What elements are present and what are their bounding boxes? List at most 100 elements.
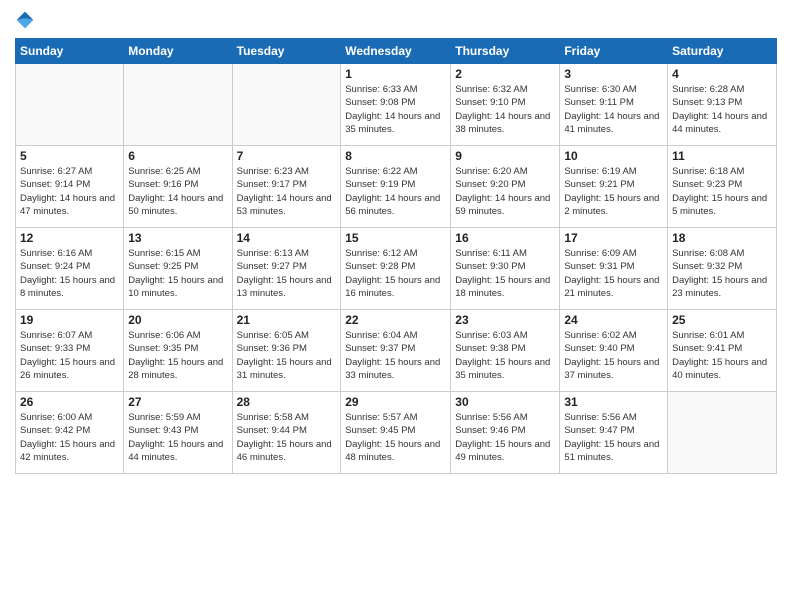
day-number: 22 [345, 313, 446, 327]
day-number: 14 [237, 231, 337, 245]
calendar-cell: 15 Sunrise: 6:12 AM Sunset: 9:28 PM Dayli… [341, 228, 451, 310]
day-number: 18 [672, 231, 772, 245]
day-info: Sunrise: 6:09 AM Sunset: 9:31 PM Dayligh… [564, 247, 663, 300]
day-number: 6 [128, 149, 227, 163]
day-number: 13 [128, 231, 227, 245]
day-number: 10 [564, 149, 663, 163]
calendar-cell: 17 Sunrise: 6:09 AM Sunset: 9:31 PM Dayli… [560, 228, 668, 310]
calendar-cell: 19 Sunrise: 6:07 AM Sunset: 9:33 PM Dayli… [16, 310, 124, 392]
calendar-cell: 23Sunrise: 6:03 AM Sunset: 9:38 PM Dayli… [451, 310, 560, 392]
day-number: 23 [455, 313, 555, 327]
page: SundayMondayTuesdayWednesdayThursdayFrid… [0, 0, 792, 612]
day-number: 19 [20, 313, 119, 327]
calendar-cell: 11 Sunrise: 6:18 AM Sunset: 9:23 PM Dayli… [668, 146, 777, 228]
calendar-week-0: 1 Sunrise: 6:33 AM Sunset: 9:08 PM Daylig… [16, 64, 777, 146]
calendar-cell: 18 Sunrise: 6:08 AM Sunset: 9:32 PM Dayli… [668, 228, 777, 310]
calendar: SundayMondayTuesdayWednesdayThursdayFrid… [15, 38, 777, 474]
calendar-cell [232, 64, 341, 146]
calendar-cell: 22 Sunrise: 6:04 AM Sunset: 9:37 PM Dayli… [341, 310, 451, 392]
calendar-cell: 24 Sunrise: 6:02 AM Sunset: 9:40 PM Dayli… [560, 310, 668, 392]
day-info: Sunrise: 6:00 AM Sunset: 9:42 PM Dayligh… [20, 411, 119, 464]
day-info: Sunrise: 6:25 AM Sunset: 9:16 PM Dayligh… [128, 165, 227, 218]
day-number: 5 [20, 149, 119, 163]
calendar-cell: 21 Sunrise: 6:05 AM Sunset: 9:36 PM Dayli… [232, 310, 341, 392]
calendar-cell: 5 Sunrise: 6:27 AM Sunset: 9:14 PM Daylig… [16, 146, 124, 228]
calendar-cell: 28Sunrise: 5:58 AM Sunset: 9:44 PM Dayli… [232, 392, 341, 474]
day-info: Sunrise: 6:19 AM Sunset: 9:21 PM Dayligh… [564, 165, 663, 218]
day-info: Sunrise: 5:56 AM Sunset: 9:46 PM Dayligh… [455, 411, 555, 464]
day-number: 30 [455, 395, 555, 409]
day-info: Sunrise: 6:04 AM Sunset: 9:37 PM Dayligh… [345, 329, 446, 382]
calendar-cell: 27Sunrise: 5:59 AM Sunset: 9:43 PM Dayli… [124, 392, 232, 474]
calendar-cell: 20 Sunrise: 6:06 AM Sunset: 9:35 PM Dayli… [124, 310, 232, 392]
day-info: Sunrise: 6:11 AM Sunset: 9:30 PM Dayligh… [455, 247, 555, 300]
day-info: Sunrise: 6:22 AM Sunset: 9:19 PM Dayligh… [345, 165, 446, 218]
day-info: Sunrise: 6:12 AM Sunset: 9:28 PM Dayligh… [345, 247, 446, 300]
calendar-cell: 30 Sunrise: 5:56 AM Sunset: 9:46 PM Dayli… [451, 392, 560, 474]
day-info: Sunrise: 5:56 AM Sunset: 9:47 PM Dayligh… [564, 411, 663, 464]
day-number: 3 [564, 67, 663, 81]
calendar-cell: 16 Sunrise: 6:11 AM Sunset: 9:30 PM Dayli… [451, 228, 560, 310]
day-number: 4 [672, 67, 772, 81]
day-number: 29 [345, 395, 446, 409]
calendar-week-1: 5 Sunrise: 6:27 AM Sunset: 9:14 PM Daylig… [16, 146, 777, 228]
calendar-week-3: 19 Sunrise: 6:07 AM Sunset: 9:33 PM Dayli… [16, 310, 777, 392]
day-info: Sunrise: 6:15 AM Sunset: 9:25 PM Dayligh… [128, 247, 227, 300]
day-info: Sunrise: 6:18 AM Sunset: 9:23 PM Dayligh… [672, 165, 772, 218]
day-number: 21 [237, 313, 337, 327]
calendar-cell [124, 64, 232, 146]
calendar-cell: 29 Sunrise: 5:57 AM Sunset: 9:45 PM Dayli… [341, 392, 451, 474]
day-number: 9 [455, 149, 555, 163]
day-info: Sunrise: 6:08 AM Sunset: 9:32 PM Dayligh… [672, 247, 772, 300]
calendar-week-4: 26 Sunrise: 6:00 AM Sunset: 9:42 PM Dayli… [16, 392, 777, 474]
col-header-tuesday: Tuesday [232, 39, 341, 64]
calendar-cell: 9 Sunrise: 6:20 AM Sunset: 9:20 PM Daylig… [451, 146, 560, 228]
day-number: 16 [455, 231, 555, 245]
day-info: Sunrise: 6:06 AM Sunset: 9:35 PM Dayligh… [128, 329, 227, 382]
day-info: Sunrise: 5:57 AM Sunset: 9:45 PM Dayligh… [345, 411, 446, 464]
calendar-cell: 25 Sunrise: 6:01 AM Sunset: 9:41 PM Dayli… [668, 310, 777, 392]
day-number: 25 [672, 313, 772, 327]
day-info: Sunrise: 6:20 AM Sunset: 9:20 PM Dayligh… [455, 165, 555, 218]
calendar-cell: 3 Sunrise: 6:30 AM Sunset: 9:11 PM Daylig… [560, 64, 668, 146]
day-info: Sunrise: 6:32 AM Sunset: 9:10 PM Dayligh… [455, 83, 555, 136]
calendar-cell: 8 Sunrise: 6:22 AM Sunset: 9:19 PM Daylig… [341, 146, 451, 228]
logo-icon [15, 10, 35, 30]
calendar-cell: 10 Sunrise: 6:19 AM Sunset: 9:21 PM Dayli… [560, 146, 668, 228]
day-info: Sunrise: 6:23 AM Sunset: 9:17 PM Dayligh… [237, 165, 337, 218]
calendar-cell [668, 392, 777, 474]
calendar-cell: 2 Sunrise: 6:32 AM Sunset: 9:10 PM Daylig… [451, 64, 560, 146]
day-number: 11 [672, 149, 772, 163]
day-info: Sunrise: 5:58 AM Sunset: 9:44 PM Dayligh… [237, 411, 337, 464]
col-header-sunday: Sunday [16, 39, 124, 64]
day-number: 2 [455, 67, 555, 81]
col-header-monday: Monday [124, 39, 232, 64]
day-info: Sunrise: 6:27 AM Sunset: 9:14 PM Dayligh… [20, 165, 119, 218]
calendar-cell: 12Sunrise: 6:16 AM Sunset: 9:24 PM Dayli… [16, 228, 124, 310]
col-header-thursday: Thursday [451, 39, 560, 64]
day-info: Sunrise: 6:07 AM Sunset: 9:33 PM Dayligh… [20, 329, 119, 382]
calendar-cell [16, 64, 124, 146]
logo [15, 10, 39, 30]
day-info: Sunrise: 6:13 AM Sunset: 9:27 PM Dayligh… [237, 247, 337, 300]
day-info: Sunrise: 6:02 AM Sunset: 9:40 PM Dayligh… [564, 329, 663, 382]
calendar-cell: 26 Sunrise: 6:00 AM Sunset: 9:42 PM Dayli… [16, 392, 124, 474]
calendar-cell: 1 Sunrise: 6:33 AM Sunset: 9:08 PM Daylig… [341, 64, 451, 146]
day-number: 8 [345, 149, 446, 163]
day-number: 20 [128, 313, 227, 327]
day-number: 24 [564, 313, 663, 327]
day-info: Sunrise: 6:01 AM Sunset: 9:41 PM Dayligh… [672, 329, 772, 382]
day-info: Sunrise: 6:05 AM Sunset: 9:36 PM Dayligh… [237, 329, 337, 382]
calendar-header-row: SundayMondayTuesdayWednesdayThursdayFrid… [16, 39, 777, 64]
calendar-cell: 31Sunrise: 5:56 AM Sunset: 9:47 PM Dayli… [560, 392, 668, 474]
day-number: 17 [564, 231, 663, 245]
col-header-saturday: Saturday [668, 39, 777, 64]
day-info: Sunrise: 6:30 AM Sunset: 9:11 PM Dayligh… [564, 83, 663, 136]
calendar-week-2: 12Sunrise: 6:16 AM Sunset: 9:24 PM Dayli… [16, 228, 777, 310]
day-number: 1 [345, 67, 446, 81]
day-info: Sunrise: 5:59 AM Sunset: 9:43 PM Dayligh… [128, 411, 227, 464]
col-header-friday: Friday [560, 39, 668, 64]
day-number: 15 [345, 231, 446, 245]
day-info: Sunrise: 6:33 AM Sunset: 9:08 PM Dayligh… [345, 83, 446, 136]
day-number: 26 [20, 395, 119, 409]
